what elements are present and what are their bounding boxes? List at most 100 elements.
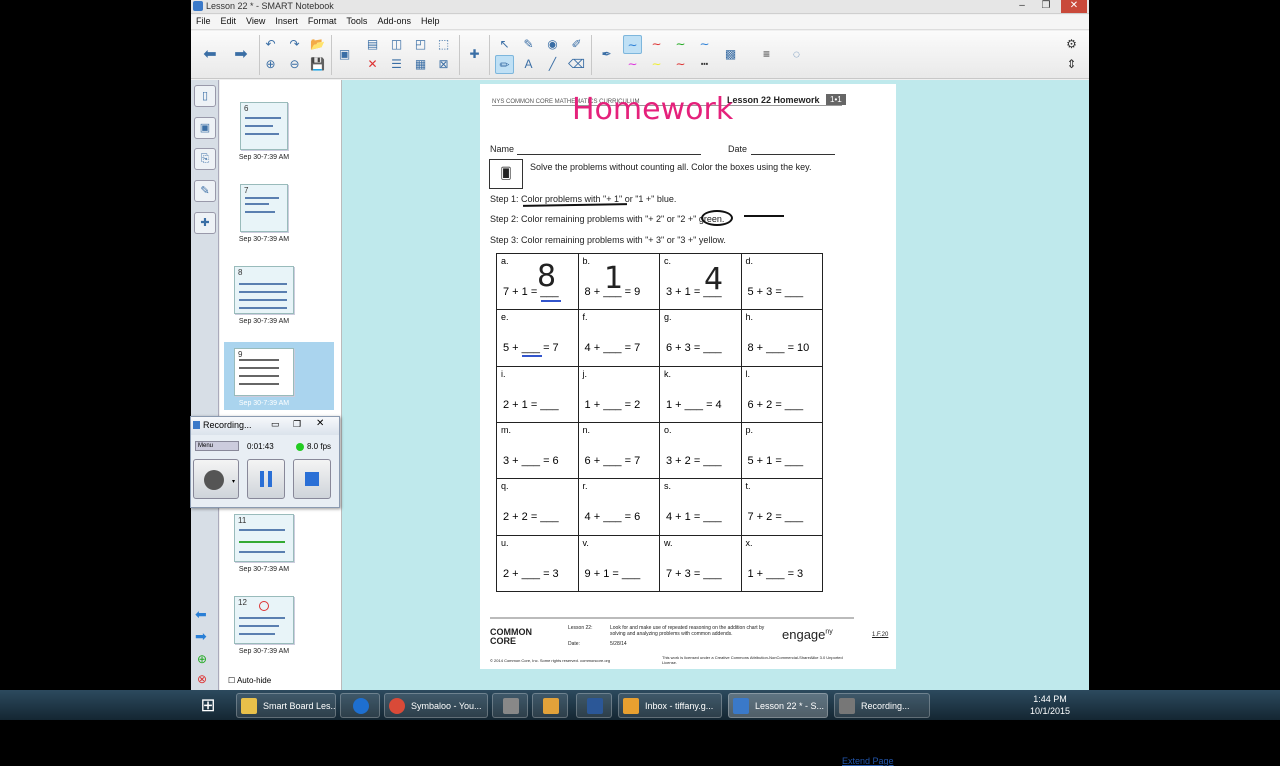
problem-cell: f. 4 + ___ = 7 [577, 309, 661, 367]
delete-page-icon[interactable]: ⊖ [285, 55, 304, 74]
back-arrow-icon[interactable]: ⬅ [197, 35, 223, 75]
record-button[interactable]: ▾ [193, 459, 239, 499]
save-icon[interactable]: 💾 [308, 55, 327, 74]
taskbar-word[interactable] [576, 693, 612, 718]
line-icon[interactable]: ╱ [543, 55, 562, 74]
creative-pen-icon[interactable]: ✐ [567, 35, 586, 54]
fill-icon[interactable]: ◉ [543, 35, 562, 54]
problem-letter: v. [582, 537, 589, 548]
delete-icon[interactable]: ✕ [363, 55, 382, 74]
menu-insert[interactable]: Insert [270, 15, 303, 27]
attachments-tab-icon[interactable]: ⎘ [194, 148, 216, 170]
menu-edit[interactable]: Edit [216, 15, 242, 27]
page-thumbnail[interactable]: 8 [234, 266, 294, 314]
page-sorter-tab-icon[interactable]: ▯ [194, 85, 216, 107]
eraser-icon[interactable]: ⌫ [567, 55, 586, 74]
recorder-restore-icon[interactable]: ❐ [293, 419, 301, 430]
maximize-button[interactable]: ❐ [1033, 0, 1059, 13]
menu-file[interactable]: File [191, 15, 216, 27]
menu-tools[interactable]: Tools [341, 15, 372, 27]
name-label: Name [490, 144, 515, 154]
prev-page-arrow-icon[interactable]: ⬅ [195, 606, 207, 623]
taskbar-label: Symbaloo - You... [411, 701, 482, 711]
pen-style-yellow-icon[interactable]: ∼ [647, 55, 666, 74]
taskbar-chrome[interactable]: Symbaloo - You... [384, 693, 488, 718]
taskbar-smart-notebook[interactable]: Lesson 22 * - S... [728, 693, 828, 718]
pen-style-pink-icon[interactable]: ∼ [623, 55, 642, 74]
page-thumbnail[interactable]: 12 [234, 596, 294, 644]
taskbar-recording[interactable]: Recording... [834, 693, 930, 718]
minimize-button[interactable]: – [1011, 0, 1033, 13]
page-thumbnail-current[interactable]: 9 [234, 348, 294, 396]
menu-addons[interactable]: Add-ons [372, 15, 416, 27]
line-thickness-icon[interactable]: ≡ [757, 45, 776, 64]
handwritten-dash [744, 215, 784, 217]
clear-icon[interactable]: ⊠ [434, 55, 453, 74]
problem-cell: l. 6 + 2 = ___ [740, 365, 823, 423]
recorder-minimize-icon[interactable]: ▭ [271, 419, 280, 430]
taskbar-outlook[interactable]: Inbox - tiffany.g... [618, 693, 722, 718]
addons-tab-icon[interactable]: ✚ [194, 212, 216, 234]
recorder-menu-button[interactable]: Menu [195, 441, 239, 451]
pen-style-dashed-icon[interactable]: ┅ [695, 55, 714, 74]
addons-icon[interactable]: ✚ [465, 45, 484, 64]
taskbar-ie[interactable] [340, 693, 380, 718]
pen-style-blue-icon[interactable]: ∼ [623, 35, 642, 54]
document-camera-icon[interactable]: ◰ [411, 35, 430, 54]
page-thumbnail[interactable]: 6 [240, 102, 288, 150]
recorder-close-icon[interactable]: ✕ [316, 418, 324, 429]
gallery-tab-icon[interactable]: ▣ [194, 117, 216, 139]
menu-view[interactable]: View [241, 15, 270, 27]
screen-capture-icon[interactable]: ◫ [387, 35, 406, 54]
forward-arrow-icon[interactable]: ➡ [228, 35, 254, 75]
properties-tab-icon[interactable]: ✎ [194, 180, 216, 202]
pen-type-icon[interactable]: ✒ [597, 45, 616, 64]
transparency-icon[interactable]: ◌ [787, 45, 806, 64]
open-folder-icon[interactable]: 📂 [308, 35, 327, 54]
problem-letter: a. [501, 256, 509, 266]
select-pointer-icon[interactable]: ↖ [495, 35, 514, 54]
add-page-icon[interactable]: ⊕ [261, 55, 280, 74]
menu-format[interactable]: Format [303, 15, 342, 27]
magic-pen-icon[interactable]: ✎ [519, 35, 538, 54]
page-thumbnail[interactable]: 11 [234, 514, 294, 562]
autohide-checkbox[interactable]: ☐ Auto-hide [228, 676, 271, 685]
pen-style-red2-icon[interactable]: ∼ [671, 55, 690, 74]
full-screen-icon[interactable]: ⬚ [434, 35, 453, 54]
screen-shade-icon[interactable]: ▣ [335, 45, 354, 64]
color-palette-icon[interactable]: ▩ [721, 45, 740, 64]
pen-style-green-icon[interactable]: ∼ [671, 35, 690, 54]
stop-button[interactable] [293, 459, 331, 499]
handwritten-underline [522, 203, 628, 207]
pen-style-blue2-icon[interactable]: ∼ [695, 35, 714, 54]
problem-letter: u. [501, 537, 509, 548]
pause-button[interactable] [247, 459, 285, 499]
undo-icon[interactable]: ↶ [261, 35, 280, 54]
system-clock[interactable]: 1:44 PM 10/1/2015 [1028, 693, 1072, 717]
extend-page-link[interactable]: Extend Page [842, 756, 894, 766]
taskbar-media[interactable] [532, 693, 568, 718]
next-page-arrow-icon[interactable]: ➡ [195, 628, 207, 645]
grade-badge: 1•1 [826, 94, 846, 105]
text-icon[interactable]: A [519, 55, 538, 74]
remove-page-side-icon[interactable]: ⊗ [197, 672, 207, 686]
pens-icon[interactable]: ✏ [495, 55, 514, 74]
dual-page-icon[interactable]: ☰ [387, 55, 406, 74]
problem-letter: x. [745, 537, 753, 548]
problem-equation: 5 + 1 = ___ [747, 454, 804, 467]
menu-help[interactable]: Help [416, 15, 445, 27]
add-page-side-icon[interactable]: ⊕ [197, 652, 207, 666]
redo-icon[interactable]: ↷ [285, 35, 304, 54]
clock-date: 10/1/2015 [1029, 706, 1071, 716]
paste-icon[interactable]: ▤ [363, 35, 382, 54]
taskbar-folder-smartboard[interactable]: Smart Board Les... [236, 693, 336, 718]
page-thumbnail[interactable]: 7 [240, 184, 288, 232]
record-dropdown-icon[interactable]: ▾ [232, 478, 235, 485]
close-button[interactable]: ✕ [1061, 0, 1087, 13]
move-toolbar-icon[interactable]: ⇕ [1062, 55, 1081, 74]
settings-gear-icon[interactable]: ⚙ [1062, 35, 1081, 54]
start-button-icon[interactable]: ⊞ [190, 690, 226, 720]
table-icon[interactable]: ▦ [411, 55, 430, 74]
pen-style-red-icon[interactable]: ∼ [647, 35, 666, 54]
taskbar-app[interactable] [492, 693, 528, 718]
